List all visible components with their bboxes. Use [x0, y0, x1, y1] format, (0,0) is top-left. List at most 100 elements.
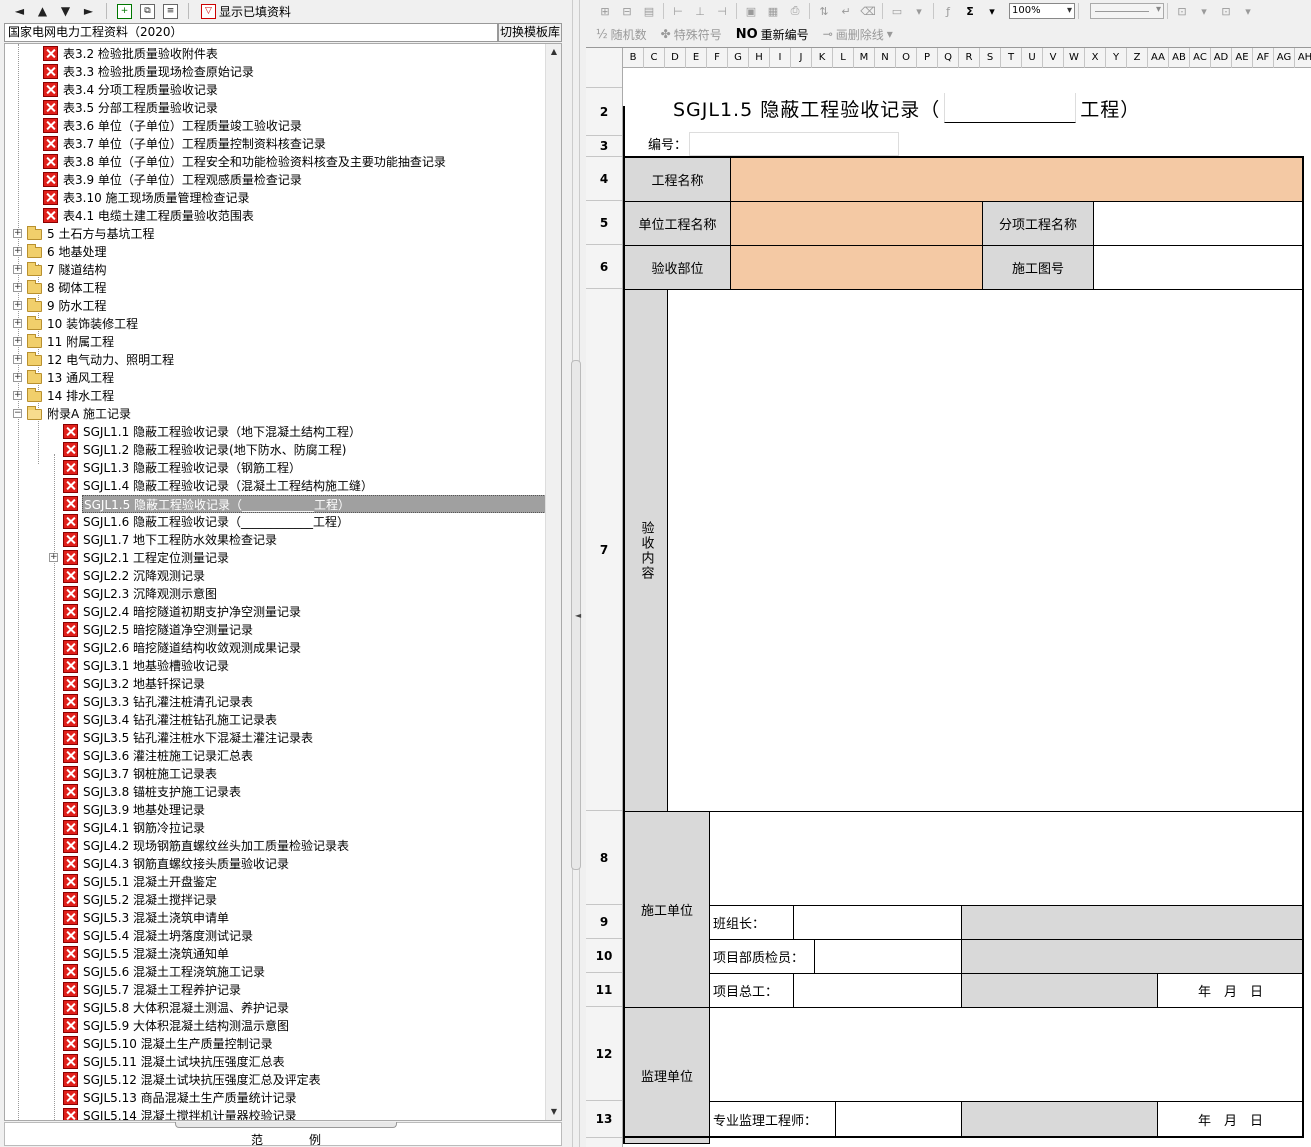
sort-icon[interactable]: ⇅ — [813, 2, 835, 20]
tree-node[interactable]: SGJL5.4 混凝土坍落度测试记录 — [5, 927, 547, 945]
tree-node[interactable]: SGJL3.5 钻孔灌注桩水下混凝土灌注记录表 — [5, 729, 547, 747]
column-header-cell[interactable]: U — [1022, 48, 1043, 68]
tree-node[interactable]: SGJL3.1 地基验槽验收记录 — [5, 657, 547, 675]
move-down-icon[interactable]: ▼ — [54, 1, 77, 21]
tree-node[interactable]: SGJL2.5 暗挖隧道净空测量记录 — [5, 621, 547, 639]
tree-node[interactable]: SGJL5.6 混凝土工程浇筑施工记录 — [5, 963, 547, 981]
sum-icon[interactable]: Σ — [959, 2, 981, 20]
supervision-opinion-field[interactable] — [709, 1007, 1304, 1102]
column-header-cell[interactable]: Q — [938, 48, 959, 68]
column-header-cell[interactable]: E — [686, 48, 707, 68]
column-header-cell[interactable]: M — [854, 48, 875, 68]
column-header-cell[interactable]: C — [644, 48, 665, 68]
tree-node[interactable]: + SGJL2.1 工程定位测量记录 — [5, 549, 547, 567]
dept-inspector-field[interactable] — [814, 939, 962, 974]
column-header-cell[interactable]: S — [980, 48, 1001, 68]
column-header-cell[interactable]: N — [875, 48, 896, 68]
expand-icon[interactable]: + — [13, 301, 22, 310]
random-number-button[interactable]: ½ 随机数 — [596, 26, 647, 43]
tree-node[interactable]: +7 隧道结构 — [5, 261, 547, 279]
row-header-cell[interactable]: 6 — [586, 245, 622, 289]
renumber-button[interactable]: NO 重新编号 — [736, 26, 809, 43]
column-header-cell[interactable]: AE — [1232, 48, 1253, 68]
column-header-cell[interactable]: X — [1085, 48, 1106, 68]
column-header-cell[interactable]: F — [707, 48, 728, 68]
move-up-icon[interactable]: ▲ — [31, 1, 54, 21]
tree-node[interactable]: +6 地基处理 — [5, 243, 547, 261]
pane-splitter[interactable]: ◄ — [566, 0, 586, 1147]
align-center-icon[interactable]: ⊥ — [689, 2, 711, 20]
tree-node[interactable]: 表3.6 单位（子单位）工程质量竣工验收记录 — [5, 117, 547, 135]
row-header-cell[interactable]: 7 — [586, 289, 622, 811]
project-name-field[interactable] — [730, 157, 1304, 202]
column-header-cell[interactable]: I — [770, 48, 791, 68]
dropdown-arrow-icon[interactable]: ▾ — [908, 2, 930, 20]
tree-node[interactable]: SGJL4.3 钢筋直螺纹接头质量验收记录 — [5, 855, 547, 873]
expand-icon[interactable]: + — [13, 337, 22, 346]
align-right-icon[interactable]: ⊣ — [711, 2, 733, 20]
team-leader-field[interactable] — [793, 905, 962, 940]
expand-icon[interactable]: + — [13, 373, 22, 382]
tree-node[interactable]: 表3.5 分部工程质量验收记录 — [5, 99, 547, 117]
legend-collapse-handle[interactable] — [175, 1122, 397, 1128]
unit-project-field[interactable] — [730, 201, 983, 246]
clear-format-icon[interactable]: ⌫ — [857, 2, 879, 20]
column-header-cell[interactable]: AD — [1211, 48, 1232, 68]
expand-icon[interactable]: + — [13, 229, 22, 238]
column-header-cell[interactable]: P — [917, 48, 938, 68]
tree-node[interactable]: SGJL2.4 暗挖隧道初期支护净空测量记录 — [5, 603, 547, 621]
tree-node[interactable]: SGJL1.7 地下工程防水效果检查记录 — [5, 531, 547, 549]
expand-icon[interactable]: + — [13, 265, 22, 274]
tree-node[interactable]: SGJL4.1 钢筋冷拉记录 — [5, 819, 547, 837]
copy-format-icon[interactable]: ▣ — [740, 2, 762, 20]
row-header-cell[interactable]: 2 — [586, 88, 622, 136]
tree-node[interactable]: 表3.7 单位（子单位）工程质量控制资料核查记录 — [5, 135, 547, 153]
collapse-icon[interactable]: − — [13, 409, 22, 418]
row-header-cell[interactable]: 11 — [586, 973, 622, 1007]
row-header-cell[interactable]: 4 — [586, 157, 622, 201]
sheet-list-icon[interactable]: ≡ — [159, 1, 182, 21]
tree-node[interactable]: SGJL1.5 隐蔽工程验收记录（____________工程） — [5, 495, 548, 513]
column-header-cell[interactable]: L — [833, 48, 854, 68]
row-header-cell[interactable]: 13 — [586, 1101, 622, 1138]
tree-node[interactable]: +12 电气动力、照明工程 — [5, 351, 547, 369]
expand-icon[interactable]: + — [13, 355, 22, 364]
column-header-cell[interactable]: Z — [1127, 48, 1148, 68]
tree-node[interactable]: +10 装饰装修工程 — [5, 315, 547, 333]
insert-row-icon[interactable]: ▤ — [638, 2, 660, 20]
tree-node[interactable]: +9 防水工程 — [5, 297, 547, 315]
row-header-cell[interactable]: 8 — [586, 811, 622, 905]
copy-sheet-icon[interactable]: ⧉ — [136, 1, 159, 21]
tree-node[interactable]: SGJL1.3 隐蔽工程验收记录（钢筋工程） — [5, 459, 547, 477]
tree-node[interactable]: SGJL1.6 隐蔽工程验收记录（____________工程） — [5, 513, 547, 531]
expand-icon[interactable]: + — [13, 247, 22, 256]
tree-node[interactable]: SGJL5.10 混凝土生产质量控制记录 — [5, 1035, 547, 1053]
tree-node[interactable]: 表3.3 检验批质量现场检查原始记录 — [5, 63, 547, 81]
collapse-left-icon[interactable]: ◄ — [575, 611, 581, 620]
tree-node[interactable]: SGJL5.9 大体积混凝土结构测温示意图 — [5, 1017, 547, 1035]
tree-node[interactable]: SGJL5.12 混凝土试块抗压强度汇总及评定表 — [5, 1071, 547, 1089]
tree-node[interactable]: 表3.4 分项工程质量验收记录 — [5, 81, 547, 99]
strikethrough-button[interactable]: ⊸ 画删除线 ▾ — [823, 26, 893, 43]
column-header-cell[interactable]: AB — [1169, 48, 1190, 68]
move-left-icon[interactable]: ◄ — [8, 1, 31, 21]
tree-node[interactable]: +14 排水工程 — [5, 387, 547, 405]
title-project-type-field[interactable] — [944, 93, 1077, 123]
sum-dropdown-icon[interactable]: ▾ — [981, 2, 1003, 20]
tree-node[interactable]: SGJL3.6 灌注桩施工记录汇总表 — [5, 747, 547, 765]
cell-fill-dropdown-icon[interactable]: ▾ — [1237, 2, 1259, 20]
row-header-cell[interactable]: 3 — [586, 136, 622, 157]
tree-node[interactable]: +13 通风工程 — [5, 369, 547, 387]
tree-node[interactable]: SGJL2.2 沉降观测记录 — [5, 567, 547, 585]
tree-vertical-scrollbar[interactable]: ▲ ▼ — [545, 44, 561, 1120]
zoom-select[interactable]: 100% — [1009, 3, 1075, 19]
column-header-cell[interactable]: J — [791, 48, 812, 68]
function-icon[interactable]: ƒ — [937, 2, 959, 20]
column-header-cell[interactable]: W — [1064, 48, 1085, 68]
wrap-text-icon[interactable]: ↵ — [835, 2, 857, 20]
tree-node[interactable]: SGJL5.1 混凝土开盘鉴定 — [5, 873, 547, 891]
row-header-cell[interactable] — [586, 68, 622, 88]
tree-node[interactable]: SGJL1.1 隐蔽工程验收记录（地下混凝土结构工程） — [5, 423, 547, 441]
row-header-cell[interactable]: 10 — [586, 939, 622, 973]
border-icon[interactable]: ▭ — [886, 2, 908, 20]
